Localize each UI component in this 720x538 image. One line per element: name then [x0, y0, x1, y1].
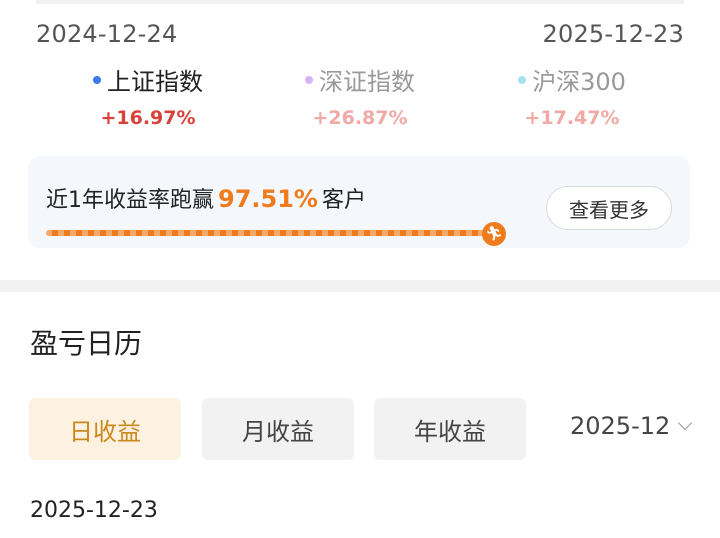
top-divider — [36, 0, 684, 4]
tab-monthly-profit[interactable]: 月收益 — [202, 398, 354, 460]
legend-label: 上证指数 — [107, 68, 203, 96]
legend-dot-icon — [93, 75, 101, 84]
range-end-date: 2025-12-23 — [542, 20, 684, 48]
range-start-date: 2024-12-24 — [36, 20, 178, 48]
legend-value: +17.47% — [524, 107, 620, 129]
legend-value: +26.87% — [312, 107, 408, 129]
legend-dot-icon — [305, 75, 313, 84]
selected-date: 2025-12-23 — [30, 498, 158, 523]
ranking-percent: 97.51% — [218, 185, 318, 213]
legend-name: 深证指数 — [305, 62, 415, 97]
month-value: 2025-12 — [570, 412, 671, 440]
legend-label: 深证指数 — [319, 68, 415, 96]
runner-icon: 🏃︎ — [482, 222, 506, 246]
ranking-suffix: 客户 — [321, 188, 366, 213]
legend-value: +16.97% — [100, 107, 196, 129]
legend-name: 沪深300 — [518, 62, 626, 97]
tab-daily-profit[interactable]: 日收益 — [29, 398, 181, 460]
month-selector[interactable]: 2025-12 — [570, 412, 693, 440]
legend-dot-icon — [518, 75, 527, 84]
ranking-card: 近1年收益率跑赢 97.51% 客户 查看更多 🏃︎ — [28, 156, 690, 248]
ranking-prefix: 近1年收益率跑赢 — [46, 188, 214, 213]
view-more-button[interactable]: 查看更多 — [546, 186, 672, 230]
legend-label: 沪深300 — [532, 68, 626, 96]
ranking-progress-bar — [46, 230, 495, 236]
ranking-text: 近1年收益率跑赢 97.51% 客户 — [46, 182, 366, 214]
calendar-title: 盈亏日历 — [30, 327, 143, 360]
legend-item-hs300[interactable]: 沪深300 +17.47% — [482, 62, 662, 129]
legend-item-sz[interactable]: 深证指数 +26.87% — [270, 62, 450, 129]
tab-yearly-profit[interactable]: 年收益 — [374, 398, 526, 460]
legend-name: 上证指数 — [93, 62, 203, 97]
chevron-down-icon — [678, 415, 693, 431]
legend-item-sh[interactable]: 上证指数 +16.97% — [58, 62, 238, 129]
section-divider — [0, 280, 720, 292]
